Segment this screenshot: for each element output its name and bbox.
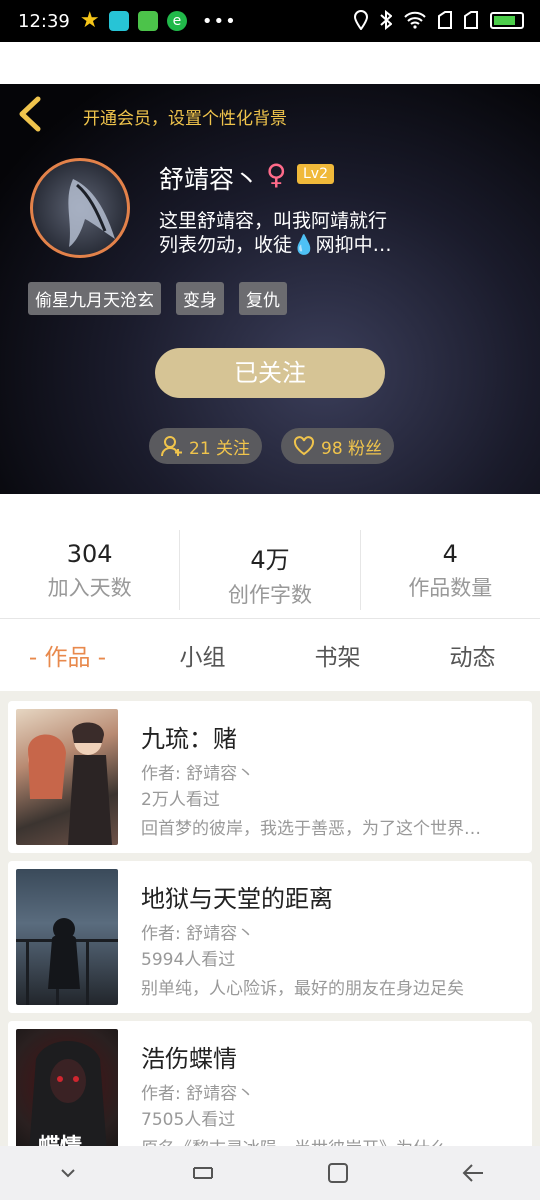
book-list: 九琉：赌 作者: 舒靖容丶 2万人看过 回首梦的彼岸，我选于善恶，为了这个世界…… [0, 691, 540, 1146]
stat-value: 4 [442, 540, 458, 568]
profile-tabs: - 作品 - 小组 书架 动态 [0, 619, 540, 691]
star-icon: ★ [79, 8, 100, 33]
chevron-down-icon [60, 1169, 75, 1178]
cover-title: 蝶情 [38, 1129, 82, 1146]
wifi-icon [404, 11, 426, 29]
back-icon [462, 1164, 483, 1182]
person-add-icon [161, 436, 182, 457]
profile-bio: 这里舒靖容，叫我阿靖就行 列表勿动，收徒💧网抑中… [159, 209, 419, 257]
book-description: 别单纯，人心险诉，最好的朋友在身边足矣 [141, 979, 464, 999]
signal-icon-2 [464, 11, 478, 29]
stat-label: 加入天数 [47, 576, 132, 600]
stat-value: 4万 [250, 546, 290, 574]
heart-icon [293, 436, 315, 456]
book-description: 原名《黎末灵冰陨，半世彼岸开》为什么… [141, 1134, 521, 1146]
username: 舒靖容丶 [159, 165, 260, 194]
avatar-image [68, 179, 115, 247]
profile-tags: 偷星九月天沧玄 变身 复仇 [28, 282, 287, 315]
app-notification-icon [108, 11, 129, 31]
stat-value: 304 [66, 540, 113, 568]
status-time: 12:39 [18, 10, 70, 32]
book-title: 浩伤蝶情 [141, 1045, 237, 1073]
book-card[interactable]: 蝶情 浩伤蝶情 作者: 舒靖容丶 7505人看过 原名《黎末灵冰陨，半世彼岸开》… [8, 1021, 532, 1146]
following-count: 21 关注 [189, 438, 251, 459]
android-notification-icon [137, 11, 158, 31]
book-cover[interactable]: 蝶情 [16, 1029, 118, 1146]
book-views: 5994人看过 [141, 950, 236, 970]
top-spacer [0, 42, 540, 84]
back-arrow-icon[interactable] [16, 96, 44, 132]
tab-activity[interactable]: 动态 [405, 638, 540, 672]
tab-bookshelf[interactable]: 书架 [270, 638, 405, 672]
more-notifications-icon: ••• [201, 10, 237, 32]
female-gender-icon: ♀ [266, 158, 287, 191]
book-card[interactable]: 九琉：赌 作者: 舒靖容丶 2万人看过 回首梦的彼岸，我选于善恶，为了这个世界… [8, 701, 532, 853]
book-cover[interactable] [16, 709, 118, 845]
bio-line-1: 这里舒靖容，叫我阿靖就行 [159, 210, 388, 232]
status-bar: 12:39 ★ e ••• [0, 0, 540, 42]
profile-header: 开通会员，设置个性化背景 舒靖容丶 ♀ Lv2 这里舒靖容，叫我阿靖就行 列表勿… [0, 84, 540, 494]
signal-icon-1 [438, 11, 452, 29]
profile-tag[interactable]: 复仇 [239, 282, 287, 315]
avatar[interactable] [30, 158, 130, 258]
book-views: 2万人看过 [141, 790, 220, 810]
cover-art [16, 918, 118, 1005]
stat-words-written: 4万 创作字数 [180, 530, 361, 610]
browser-notification-icon: e [166, 11, 187, 31]
book-views: 7505人看过 [141, 1110, 236, 1130]
profile-tag[interactable]: 变身 [176, 282, 224, 315]
book-title: 九琉：赌 [141, 725, 237, 753]
book-author: 作者: 舒靖容丶 [141, 1084, 255, 1104]
book-author: 作者: 舒靖容丶 [141, 924, 255, 944]
recent-apps-button[interactable] [173, 1153, 233, 1193]
stat-days-joined: 304 加入天数 [0, 530, 181, 610]
tab-works[interactable]: - 作品 - [0, 638, 135, 672]
back-button[interactable] [443, 1153, 503, 1193]
book-cover[interactable] [16, 869, 118, 1005]
tab-groups[interactable]: 小组 [135, 638, 270, 672]
book-description: 回首梦的彼岸，我选于善恶，为了这个世界… [141, 819, 481, 839]
home-button[interactable] [308, 1153, 368, 1193]
profile-stats: 304 加入天数 4万 创作字数 4 作品数量 [0, 530, 540, 610]
location-icon [354, 10, 368, 30]
book-author: 作者: 舒靖容丶 [141, 764, 255, 784]
stat-works-count: 4 作品数量 [361, 530, 540, 610]
bluetooth-icon [380, 10, 392, 30]
stat-label: 创作字数 [227, 583, 312, 607]
cover-art [28, 722, 112, 845]
fans-count-button[interactable]: 98 粉丝 [281, 428, 395, 464]
book-title: 地狱与天堂的距离 [141, 885, 333, 913]
recent-apps-icon [192, 1167, 213, 1179]
profile-tag[interactable]: 偷星九月天沧玄 [28, 282, 161, 315]
hide-nav-button[interactable] [38, 1153, 98, 1193]
stat-label: 作品数量 [408, 576, 493, 600]
level-badge: Lv2 [297, 164, 334, 184]
book-card[interactable]: 地狱与天堂的距离 作者: 舒靖容丶 5994人看过 别单纯，人心险诉，最好的朋友… [8, 861, 532, 1013]
following-count-button[interactable]: 21 关注 [149, 428, 263, 464]
followed-button[interactable]: 已关注 [155, 348, 385, 398]
home-square-icon [327, 1163, 348, 1183]
battery-icon [490, 11, 524, 29]
bio-line-2: 列表勿动，收徒💧网抑中… [159, 234, 392, 256]
system-nav-bar [0, 1146, 540, 1200]
vip-background-link[interactable]: 开通会员，设置个性化背景 [83, 104, 287, 129]
fans-count: 98 粉丝 [321, 438, 383, 459]
